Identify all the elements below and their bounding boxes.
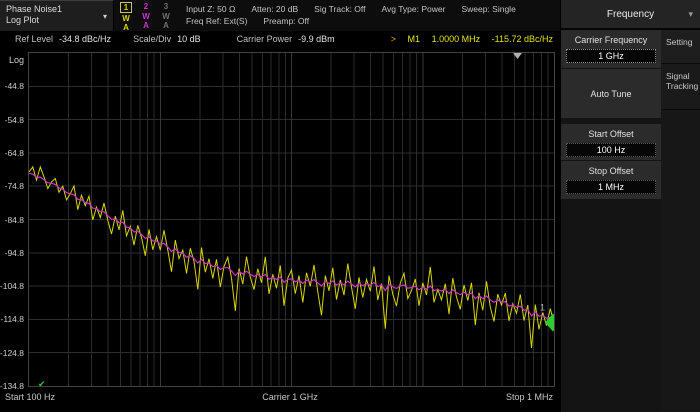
marker-name: M1 — [408, 34, 421, 44]
ref-level-value[interactable]: -34.8 dBc/Hz — [59, 34, 111, 44]
carrier-frequency-label: Carrier Frequency — [561, 30, 661, 46]
trace-1-selector[interactable]: 1 W A — [119, 2, 133, 32]
measurement-complete-check-icon: ✔ — [38, 379, 46, 386]
freq-ref-status: Freq Ref: Ext(S) — [186, 15, 247, 27]
panel-button-column: Carrier Frequency 1 GHz Auto Tune Start … — [561, 30, 661, 410]
panel-title: Frequency — [607, 9, 654, 20]
chevron-down-icon: ▾ — [688, 0, 693, 29]
x-axis-start-label: Start 100 Hz — [5, 392, 55, 402]
start-offset-value[interactable]: 100 Hz — [566, 143, 656, 157]
chevron-down-icon: ▾ — [103, 12, 107, 21]
instrument-settings-summary: Input Z: 50 Ω Atten: 20 dB Sig Track: Of… — [186, 3, 516, 27]
phase-noise-analyzer-screen: { "header": { "meas_selector": { "line1"… — [0, 0, 700, 412]
measurement-view: Log Plot — [6, 15, 107, 26]
measurement-settings-bar: Ref Level -34.8 dBc/Hz Scale/Div 10 dB Carri… — [0, 34, 560, 49]
scale-div-label[interactable]: Scale/Div — [133, 34, 171, 44]
trace-number: 1 — [120, 2, 132, 13]
stop-offset-label: Stop Offset — [561, 161, 661, 177]
marker-x-value: 1.0000 MHz — [432, 34, 481, 44]
x-axis-annotation-bar: Start 100 Hz Carrier 1 GHz Stop 1 MHz — [0, 392, 560, 408]
trace-average: A — [123, 23, 129, 32]
y-axis-tick-label: -44.8 — [0, 81, 24, 91]
y-axis-tick-label: -134.8 — [0, 381, 24, 391]
measurement-selector-dropdown[interactable]: Phase Noise1 Log Plot ▾ — [0, 0, 114, 31]
trace-detector: W — [142, 12, 150, 21]
trace-average: A — [143, 21, 149, 30]
marker-y-value: -115.72 dBc/Hz — [492, 34, 553, 44]
x-axis-stop-label: Stop 1 MHz — [506, 392, 553, 402]
frequency-menu-panel: Frequency ▾ Carrier Frequency 1 GHz Auto… — [560, 0, 700, 412]
auto-tune-label: Auto Tune — [590, 89, 631, 99]
trace-number: 2 — [144, 2, 148, 11]
avg-type-status: Avg Type: Power — [382, 3, 446, 15]
marker-active-icon: > — [391, 34, 396, 44]
panel-tab-column: Setting Signal Tracking — [661, 30, 700, 410]
start-offset-label: Start Offset — [561, 124, 661, 140]
marker1-number-label: 1 — [540, 302, 545, 312]
panel-menu-dropdown[interactable]: Frequency ▾ — [561, 0, 700, 30]
measurement-name: Phase Noise1 — [6, 4, 107, 15]
carrier-frequency-button[interactable]: Carrier Frequency 1 GHz — [561, 30, 661, 68]
trace-average: A — [163, 21, 169, 30]
trace-legend: 1 W A 2 W A 3 W A — [119, 2, 173, 32]
x-axis-carrier-label: Carrier 1 GHz — [262, 392, 318, 402]
trace-3-selector[interactable]: 3 W A — [159, 2, 173, 32]
carrier-power-label: Carrier Power — [237, 34, 293, 44]
atten-status: Atten: 20 dB — [251, 3, 298, 15]
sig-track-status: Sig Track: Off — [314, 3, 365, 15]
plot-area[interactable]: 1✔ — [28, 52, 555, 387]
phase-noise-chart: 1✔ — [29, 53, 554, 386]
marker1-readout: > M1 1.0000 MHz -115.72 dBc/Hz — [391, 34, 553, 44]
ref-level-label[interactable]: Ref Level — [15, 34, 53, 44]
y-axis-tick-label: -84.8 — [0, 215, 24, 225]
auto-tune-button[interactable]: Auto Tune — [561, 69, 661, 118]
trace-2-selector[interactable]: 2 W A — [139, 2, 153, 32]
marker1-diamond[interactable] — [545, 313, 554, 331]
y-axis-tick-label: -124.8 — [0, 348, 24, 358]
y-axis-tick-label: -54.8 — [0, 115, 24, 125]
y-axis-tick-label: -64.8 — [0, 148, 24, 158]
y-axis-tick-label: -94.8 — [0, 248, 24, 258]
y-axis-labels: -44.8 -54.8 -64.8 -74.8 -84.8 -94.8 -104.8 -114… — [0, 52, 25, 387]
carrier-power-value: -9.9 dBm — [298, 34, 335, 44]
input-z-status: Input Z: 50 Ω — [186, 3, 235, 15]
tab-setting[interactable]: Setting — [661, 30, 700, 64]
y-axis-tick-label: -104.8 — [0, 281, 24, 291]
tab-signal-tracking[interactable]: Signal Tracking — [661, 64, 700, 110]
trace-detector: W — [162, 12, 170, 21]
carrier-frequency-value[interactable]: 1 GHz — [566, 49, 656, 63]
preamp-status: Preamp: Off — [263, 15, 309, 27]
trace-detector: W — [122, 14, 130, 23]
stop-offset-button[interactable]: Stop Offset 1 MHz — [561, 161, 661, 199]
scale-div-value[interactable]: 10 dB — [177, 34, 201, 44]
top-status-bar: Phase Noise1 Log Plot ▾ 1 W A 2 W A 3 W … — [0, 0, 560, 31]
stop-offset-value[interactable]: 1 MHz — [566, 180, 656, 194]
sweep-status: Sweep: Single — [461, 3, 515, 15]
trace-number: 3 — [164, 2, 168, 11]
y-axis-tick-label: -114.8 — [0, 314, 24, 324]
start-offset-button[interactable]: Start Offset 100 Hz — [561, 124, 661, 160]
y-axis-tick-label: -74.8 — [0, 181, 24, 191]
